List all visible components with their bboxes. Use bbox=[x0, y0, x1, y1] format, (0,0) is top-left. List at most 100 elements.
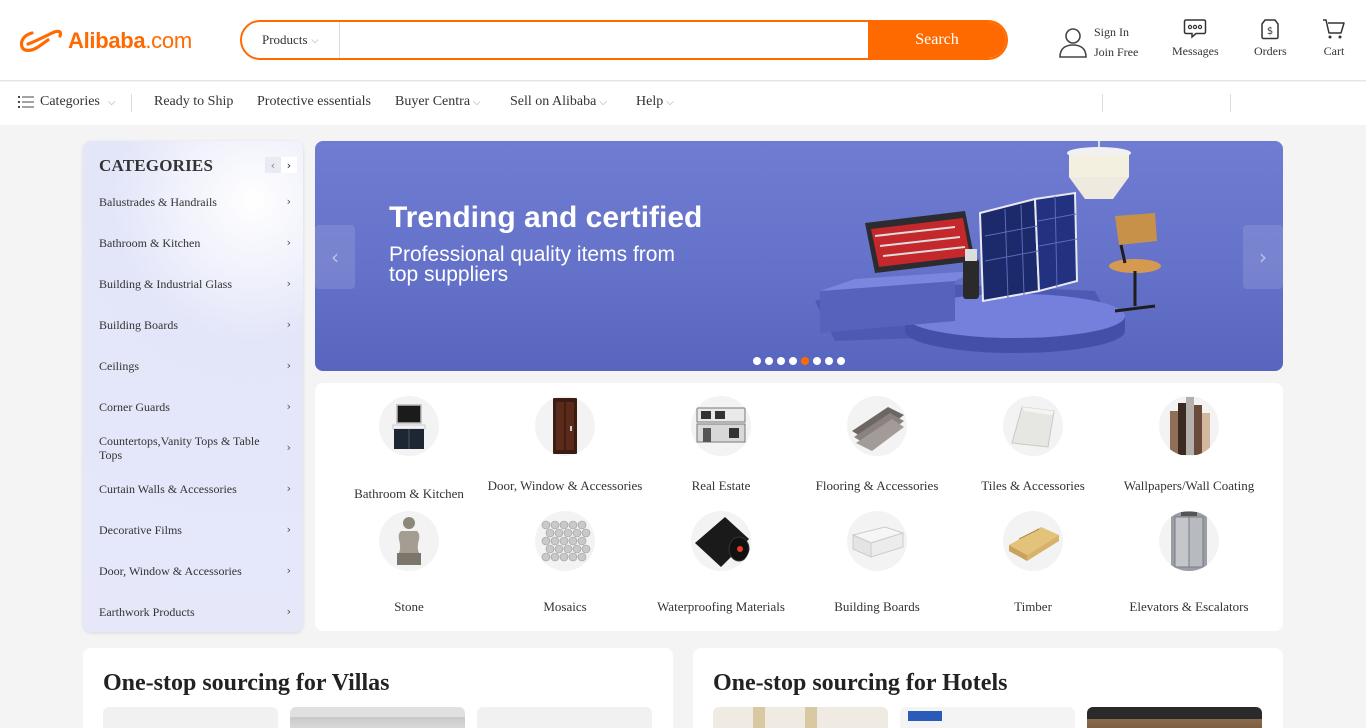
nav-divider bbox=[1102, 94, 1103, 112]
banner-prev-button[interactable]: ‹ bbox=[315, 225, 355, 289]
chevron-right-icon: › bbox=[286, 564, 291, 577]
card-title: One-stop sourcing for Hotels bbox=[713, 670, 1008, 696]
search-input[interactable] bbox=[340, 22, 868, 58]
hero-banner[interactable]: Trending and certified Professional qual… bbox=[315, 141, 1283, 371]
slide-dot[interactable] bbox=[765, 357, 773, 365]
category-label: Door, Window & Accessories bbox=[99, 564, 242, 578]
categories-pager: ‹ › bbox=[265, 157, 297, 173]
join-free-link[interactable]: Join Free bbox=[1094, 42, 1138, 62]
nav-sell-label: Sell on Alibaba bbox=[510, 94, 597, 109]
product-thumbnail[interactable] bbox=[290, 707, 465, 728]
nav-buyer-central[interactable]: Buyer Centra ⌵ bbox=[395, 94, 481, 110]
quick-category-label: Flooring & Accessories bbox=[815, 478, 939, 493]
quick-category-label: Real Estate bbox=[691, 478, 751, 493]
product-thumbnail[interactable] bbox=[477, 707, 652, 728]
product-thumbnail[interactable] bbox=[1087, 707, 1262, 728]
top-header: Alibaba.com Products ⌵ Search Sign In Jo… bbox=[0, 0, 1366, 81]
chevron-right-icon: › bbox=[286, 441, 291, 454]
sourcing-card-villas[interactable]: One-stop sourcing for Villas bbox=[83, 648, 673, 728]
product-thumbnail[interactable] bbox=[900, 707, 1075, 728]
slide-dot[interactable] bbox=[777, 357, 785, 365]
category-label: Curtain Walls & Accessories bbox=[99, 482, 237, 496]
chevron-down-icon: ⌵ bbox=[599, 97, 607, 108]
chevron-left-icon[interactable]: ‹ bbox=[265, 157, 281, 173]
nav-sell-on-alibaba[interactable]: Sell on Alibaba ⌵ bbox=[510, 94, 607, 110]
search-type-label: Products bbox=[262, 32, 308, 47]
category-item[interactable]: Decorative Films › bbox=[99, 523, 291, 537]
door-icon bbox=[535, 396, 595, 456]
category-item[interactable]: Ceilings › bbox=[99, 359, 291, 373]
logo-text: Alibaba.com bbox=[68, 28, 192, 53]
category-label: Building & Industrial Glass bbox=[99, 277, 232, 291]
quick-category-item[interactable]: Real Estate bbox=[643, 396, 799, 494]
search-bar: Products ⌵ Search bbox=[240, 20, 1008, 60]
categories-panel: CATEGORIES ‹ › Balustrades & Handrails › … bbox=[83, 141, 303, 632]
board-icon bbox=[847, 511, 907, 571]
nav-categories[interactable]: Categories ⌵ bbox=[18, 94, 115, 110]
tile-icon bbox=[1003, 396, 1063, 456]
nav-ready-to-ship[interactable]: Ready to Ship bbox=[154, 94, 233, 110]
nav-protective-essentials[interactable]: Protective essentials bbox=[257, 94, 371, 110]
card-title: One-stop sourcing for Villas bbox=[103, 670, 390, 696]
sourcing-card-hotels[interactable]: One-stop sourcing for Hotels bbox=[693, 648, 1283, 728]
category-item[interactable]: Earthwork Products › bbox=[99, 605, 291, 619]
slide-dot[interactable] bbox=[837, 357, 845, 365]
quick-category-item[interactable]: Bathroom & Kitchen bbox=[331, 396, 487, 502]
cart-button[interactable]: Cart bbox=[1322, 18, 1346, 59]
category-label: Bathroom & Kitchen bbox=[99, 236, 201, 250]
category-item[interactable]: Countertops,Vanity Tops & Table Tops › bbox=[99, 434, 291, 462]
slide-dot[interactable] bbox=[789, 357, 797, 365]
quick-category-item[interactable]: Timber bbox=[955, 511, 1111, 615]
category-label: Balustrades & Handrails bbox=[99, 195, 217, 209]
quick-category-item[interactable]: Building Boards bbox=[799, 511, 955, 615]
messages-button[interactable]: Messages bbox=[1172, 18, 1219, 59]
vanity-icon bbox=[379, 396, 439, 456]
quick-category-label: Waterproofing Materials bbox=[657, 599, 785, 614]
orders-label: Orders bbox=[1254, 44, 1287, 58]
category-item[interactable]: Bathroom & Kitchen › bbox=[99, 236, 291, 250]
banner-next-button[interactable]: › bbox=[1243, 225, 1283, 289]
quick-category-item[interactable]: Mosaics bbox=[487, 511, 643, 615]
chevron-right-icon[interactable]: › bbox=[281, 157, 297, 173]
quick-category-item[interactable]: Tiles & Accessories bbox=[955, 396, 1111, 494]
quick-category-label: Wallpapers/Wall Coating bbox=[1123, 478, 1255, 493]
quick-category-item[interactable]: Door, Window & Accessories bbox=[487, 396, 643, 494]
svg-text:$: $ bbox=[1267, 26, 1273, 37]
sign-in-link[interactable]: Sign In bbox=[1094, 22, 1138, 42]
user-icon bbox=[1059, 28, 1087, 58]
account-menu[interactable]: Sign In Join Free bbox=[1058, 22, 1138, 62]
category-item[interactable]: Balustrades & Handrails › bbox=[99, 195, 291, 209]
banner-title: Trending and certified bbox=[389, 201, 703, 234]
orders-button[interactable]: $ Orders bbox=[1254, 18, 1287, 59]
category-item[interactable]: Corner Guards › bbox=[99, 400, 291, 414]
chevron-right-icon: › bbox=[286, 318, 291, 331]
category-item[interactable]: Curtain Walls & Accessories › bbox=[99, 482, 291, 496]
messages-label: Messages bbox=[1172, 44, 1219, 58]
slide-dot[interactable] bbox=[753, 357, 761, 365]
quick-category-label: Building Boards bbox=[834, 599, 920, 614]
quick-category-label: Bathroom & Kitchen bbox=[354, 486, 464, 501]
quick-category-item[interactable]: Elevators & Escalators bbox=[1111, 511, 1267, 615]
alibaba-logo[interactable]: Alibaba.com bbox=[18, 26, 192, 56]
search-type-dropdown[interactable]: Products ⌵ bbox=[242, 22, 340, 58]
chevron-right-icon: › bbox=[1259, 245, 1267, 269]
product-thumbnail[interactable] bbox=[103, 707, 278, 728]
slide-dot[interactable] bbox=[813, 357, 821, 365]
quick-category-item[interactable]: Wallpapers/Wall Coating bbox=[1111, 396, 1267, 494]
main-nav: Categories ⌵ Ready to Ship Protective es… bbox=[0, 82, 1366, 125]
nav-help[interactable]: Help ⌵ bbox=[636, 94, 674, 110]
quick-category-item[interactable]: Flooring & Accessories bbox=[799, 396, 955, 494]
timber-icon bbox=[1003, 511, 1063, 571]
category-item[interactable]: Building Boards › bbox=[99, 318, 291, 332]
product-thumbnail[interactable] bbox=[713, 707, 888, 728]
chevron-right-icon: › bbox=[286, 400, 291, 413]
quick-category-item[interactable]: Waterproofing Materials bbox=[643, 511, 799, 615]
chevron-right-icon: › bbox=[286, 195, 291, 208]
category-item[interactable]: Door, Window & Accessories › bbox=[99, 564, 291, 578]
slide-dot-active[interactable] bbox=[801, 357, 809, 365]
search-button[interactable]: Search bbox=[868, 22, 1006, 58]
quick-category-item[interactable]: Stone bbox=[331, 511, 487, 615]
category-item[interactable]: Building & Industrial Glass › bbox=[99, 277, 291, 291]
slide-dot[interactable] bbox=[825, 357, 833, 365]
category-label: Corner Guards bbox=[99, 400, 170, 414]
